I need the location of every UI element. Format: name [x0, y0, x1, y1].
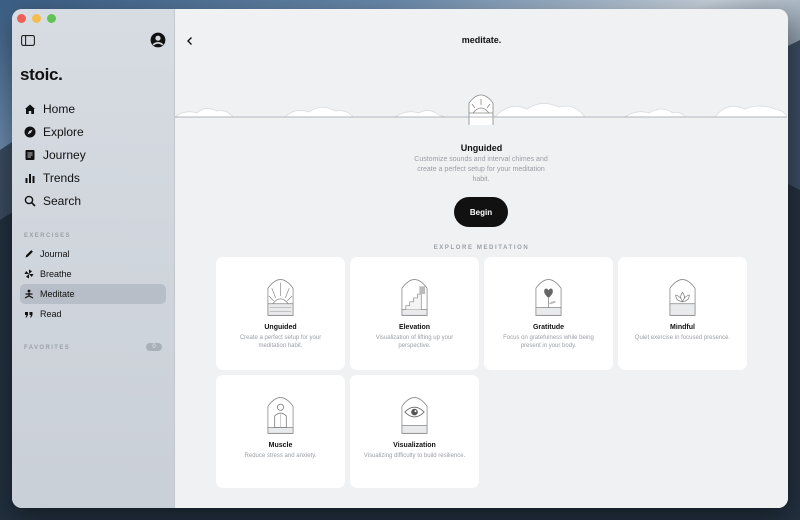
close-window-button[interactable] — [17, 14, 26, 23]
card-description: Quiet exercise in focused presence. — [634, 335, 731, 341]
nav-item-search[interactable]: Search — [20, 189, 170, 212]
app-window: stoic. Home Explore Journey Trends Searc… — [12, 9, 788, 508]
meditate-icon — [24, 289, 34, 299]
sidebar-toggle-icon[interactable] — [21, 35, 35, 46]
heart-plant-arch-icon — [535, 279, 562, 316]
nav-item-label: Trends — [43, 170, 80, 185]
exercise-item-label: Breathe — [40, 269, 72, 279]
exercise-item-meditate[interactable]: Meditate — [20, 284, 166, 304]
nav-item-home[interactable]: Home — [20, 97, 170, 120]
card-description: Visualization of lifting up your perspec… — [375, 335, 454, 349]
quote-icon — [25, 312, 33, 318]
main-nav: Home Explore Journey Trends Search — [20, 97, 170, 212]
card-mindful[interactable]: Mindful Quiet exercise in focused presen… — [618, 257, 747, 370]
exercise-item-journal[interactable]: Journal — [20, 244, 166, 264]
card-description: Reduce stress and anxiety. — [244, 453, 317, 459]
page-title: meditate. — [461, 35, 502, 45]
card-description: Focus on gratefulness while being presen… — [503, 335, 594, 349]
favorites-count-badge: 0 — [146, 343, 162, 351]
minimize-window-button[interactable] — [32, 14, 41, 23]
eye-arch-icon — [401, 397, 428, 434]
nav-item-label: Journey — [43, 147, 86, 162]
profile-avatar-icon[interactable] — [150, 32, 166, 48]
card-visualization[interactable]: Visualization Visualizing difficulty to … — [350, 375, 479, 488]
card-title: Visualization — [393, 442, 436, 449]
card-elevation[interactable]: Elevation Visualization of lifting up yo… — [350, 257, 479, 370]
hero-clouds-illustration — [175, 94, 787, 125]
card-title: Unguided — [264, 324, 297, 331]
card-description: Visualizing difficulty to build resilien… — [363, 453, 466, 459]
brand-logo: stoic. — [20, 65, 63, 84]
journal-book-icon — [25, 149, 35, 160]
explore-section-label: EXPLORE MEDITATION — [433, 245, 530, 251]
main-content: meditate. Unguided Customize sounds and … — [175, 9, 788, 508]
exercises-section-label: EXERCISES — [24, 233, 71, 239]
nav-item-label: Explore — [43, 124, 84, 139]
card-title: Gratitude — [532, 324, 565, 331]
nav-item-explore[interactable]: Explore — [20, 120, 170, 143]
nav-item-label: Home — [43, 101, 76, 116]
exercise-item-read[interactable]: Read — [20, 304, 166, 324]
favorites-section-label: FAVORITES — [24, 345, 71, 351]
hero-description: Customize sounds and interval chimes and… — [414, 156, 548, 183]
card-unguided[interactable]: Unguided Create a perfect setup for your… — [216, 257, 345, 370]
exercise-item-label: Journal — [40, 249, 70, 259]
begin-button[interactable]: Begin — [454, 197, 508, 227]
compass-icon — [24, 126, 36, 137]
nav-item-trends[interactable]: Trends — [20, 166, 170, 189]
exercise-item-label: Read — [40, 309, 62, 319]
window-controls — [17, 14, 56, 23]
sunrise-arch-icon — [267, 279, 294, 316]
card-title: Muscle — [268, 442, 293, 449]
pen-icon — [25, 250, 33, 258]
zoom-window-button[interactable] — [47, 14, 56, 23]
hero-title: Unguided — [460, 143, 503, 153]
card-description: Create a perfect setup for your meditati… — [239, 335, 322, 349]
pinwheel-icon — [24, 269, 34, 279]
search-icon — [24, 195, 36, 207]
exercise-item-breathe[interactable]: Breathe — [20, 264, 166, 284]
home-icon — [25, 104, 35, 114]
card-gratitude[interactable]: Gratitude Focus on gratefulness while be… — [484, 257, 613, 370]
meditation-card-grid: Unguided Create a perfect setup for your… — [216, 257, 747, 488]
exercise-item-label: Meditate — [40, 289, 75, 299]
bar-chart-icon — [25, 173, 35, 183]
nav-item-journey[interactable]: Journey — [20, 143, 170, 166]
stairs-arch-icon — [401, 279, 428, 316]
card-muscle[interactable]: Muscle Reduce stress and anxiety. — [216, 375, 345, 488]
nav-item-label: Search — [43, 193, 82, 208]
person-arch-icon — [267, 397, 294, 434]
lotus-arch-icon — [669, 279, 696, 316]
card-title: Elevation — [398, 324, 431, 331]
card-title: Mindful — [670, 324, 695, 331]
exercises-list: Journal Breathe Meditate Read — [20, 244, 166, 324]
sidebar: stoic. Home Explore Journey Trends Searc… — [12, 9, 175, 508]
